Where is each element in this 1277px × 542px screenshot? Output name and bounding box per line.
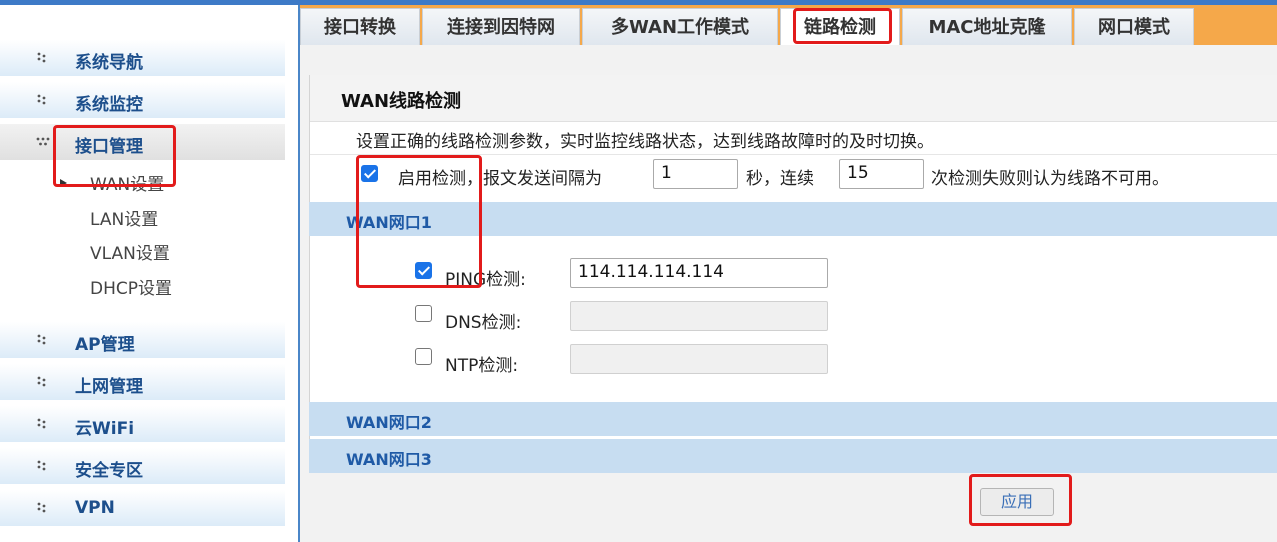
ntp-address-input[interactable] <box>570 344 828 374</box>
sidebar-subitem-wan[interactable]: WAN设置 <box>90 170 164 195</box>
sidebar-item-cloud-wifi[interactable]: 云WiFi <box>0 406 285 442</box>
wan3-section-header[interactable]: WAN网口3 <box>309 439 1277 473</box>
main-content: WAN线路检测 设置正确的线路检测参数，实时监控线路状态，达到线路故障时的及时切… <box>300 45 1277 542</box>
tab-bar: 接口转换 连接到因特网 多WAN工作模式 链路检测 MAC地址克隆 网口模式 <box>300 5 1277 46</box>
bullet-icon <box>37 376 46 387</box>
ntp-check-checkbox[interactable] <box>415 348 432 365</box>
wan2-section-header[interactable]: WAN网口2 <box>309 402 1277 436</box>
seconds-label: 秒，连续 <box>746 169 814 189</box>
sidebar-item-label: 系统监控 <box>75 95 143 115</box>
dns-check-label: DNS检测: <box>445 313 522 333</box>
panel-description: 设置正确的线路检测参数，实时监控线路状态，达到线路故障时的及时切换。 <box>356 132 934 152</box>
sidebar-item-vpn[interactable]: VPN <box>0 490 285 526</box>
dns-check-checkbox[interactable] <box>415 305 432 322</box>
sidebar-item-label: 上网管理 <box>75 377 143 397</box>
sidebar: 系统导航 系统监控 接口管理 WAN设置 LAN设置 VLAN设置 DHCP设置… <box>0 5 300 542</box>
tab-port-mode[interactable]: 网口模式 <box>1074 8 1194 46</box>
fail-count-input[interactable]: 15 <box>839 159 924 189</box>
bullet-icon <box>37 502 46 513</box>
ping-check-label: PING检测: <box>445 270 526 290</box>
sidebar-item-label: AP管理 <box>75 335 135 355</box>
interval-input[interactable]: 1 <box>653 159 738 189</box>
enable-detection-label: 启用检测，报文发送间隔为 <box>398 169 602 189</box>
sidebar-item-label: 云WiFi <box>75 419 135 439</box>
wan1-section-label: WAN网口1 <box>346 213 432 232</box>
dns-address-input[interactable] <box>570 301 828 331</box>
tab-internet[interactable]: 连接到因特网 <box>422 8 580 46</box>
wan3-section-label: WAN网口3 <box>346 450 432 469</box>
ping-address-input[interactable]: 114.114.114.114 <box>570 258 828 288</box>
sidebar-subitem-vlan[interactable]: VLAN设置 <box>90 239 170 264</box>
sidebar-item-label: 安全专区 <box>75 461 143 481</box>
enable-detection-checkbox[interactable] <box>361 165 378 182</box>
tab-link-detection[interactable]: 链路检测 <box>780 8 900 46</box>
panel-title-bar: WAN线路检测 <box>310 75 1277 122</box>
ntp-check-label: NTP检测: <box>445 356 519 376</box>
bullet-icon <box>37 94 46 105</box>
tab-interface-switch[interactable]: 接口转换 <box>300 8 420 46</box>
sidebar-item-ap-mgmt[interactable]: AP管理 <box>0 322 285 358</box>
current-item-arrow-icon <box>60 179 67 187</box>
sidebar-item-system-monitor[interactable]: 系统监控 <box>0 82 285 118</box>
panel-title: WAN线路检测 <box>341 91 462 112</box>
tab-multi-wan[interactable]: 多WAN工作模式 <box>582 8 778 46</box>
sidebar-item-label: VPN <box>75 498 115 518</box>
sidebar-subitem-dhcp[interactable]: DHCP设置 <box>90 274 172 299</box>
sidebar-subitem-lan[interactable]: LAN设置 <box>90 205 158 230</box>
bullet-icon <box>37 52 46 63</box>
sidebar-item-label: 系统导航 <box>75 53 143 73</box>
sidebar-item-system-nav[interactable]: 系统导航 <box>0 40 285 76</box>
sidebar-item-label: 接口管理 <box>75 137 143 157</box>
expanded-bullet-icon <box>36 137 50 146</box>
bullet-icon <box>37 334 46 345</box>
fail-count-suffix: 次检测失败则认为线路不可用。 <box>931 169 1169 189</box>
wan2-section-label: WAN网口2 <box>346 413 432 432</box>
bullet-icon <box>37 418 46 429</box>
bullet-icon <box>37 460 46 471</box>
enable-detection-row: 启用检测，报文发送间隔为 1 秒，连续 15 次检测失败则认为线路不可用。 <box>310 154 1277 195</box>
ping-check-checkbox[interactable] <box>415 262 432 279</box>
sidebar-item-internet-mgmt[interactable]: 上网管理 <box>0 364 285 400</box>
sidebar-item-security[interactable]: 安全专区 <box>0 448 285 484</box>
apply-button[interactable]: 应用 <box>980 488 1054 516</box>
sidebar-item-interface-mgmt[interactable]: 接口管理 <box>0 124 285 160</box>
link-detection-panel: WAN线路检测 设置正确的线路检测参数，实时监控线路状态，达到线路故障时的及时切… <box>309 75 1277 439</box>
wan1-section-header[interactable]: WAN网口1 <box>309 202 1277 236</box>
tab-mac-clone[interactable]: MAC地址克隆 <box>902 8 1072 46</box>
